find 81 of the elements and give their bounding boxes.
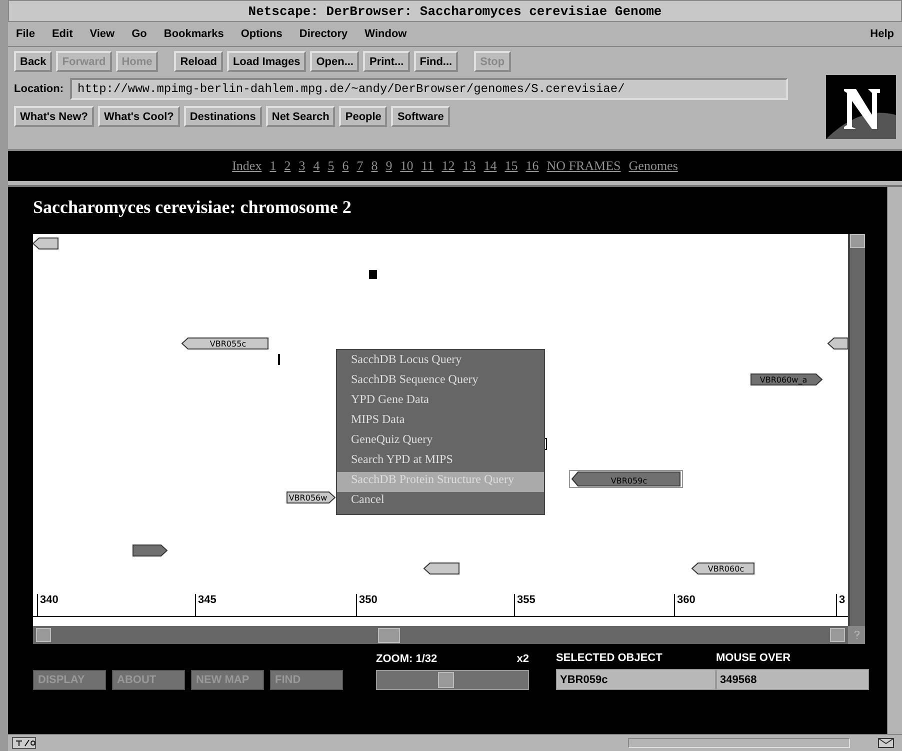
directory-button[interactable]: People — [339, 106, 388, 127]
location-label: Location: — [14, 83, 64, 95]
zoom-factor: x2 — [516, 653, 529, 665]
nav-link[interactable]: 8 — [371, 158, 378, 174]
gene-arrow[interactable] — [33, 238, 58, 249]
nav-link[interactable]: 5 — [328, 158, 334, 174]
nav-link[interactable]: 4 — [313, 158, 320, 174]
selected-object-label: SELECTED OBJECT — [556, 652, 664, 664]
toolbar-button[interactable]: Find... — [414, 51, 458, 72]
directory-button[interactable]: Software — [391, 106, 450, 127]
nav-link[interactable]: 16 — [526, 158, 539, 174]
nav-link[interactable]: 3 — [298, 158, 306, 174]
context-menu-item[interactable]: SacchDB Sequence Query — [337, 372, 544, 392]
toolbar-button[interactable]: Load Images — [226, 51, 306, 72]
security-key-icon[interactable] — [12, 737, 36, 749]
menu-item[interactable]: Go — [132, 28, 147, 40]
menu-item[interactable]: Directory — [299, 28, 348, 40]
context-menu-item[interactable]: Cancel — [337, 492, 544, 512]
ruler-label: 345 — [195, 594, 216, 616]
chromosome-map[interactable] — [33, 234, 848, 626]
feature-tick — [278, 354, 280, 365]
nav-link[interactable]: 13 — [462, 158, 476, 174]
toolbar-button[interactable]: Print... — [363, 51, 410, 72]
menu-item[interactable]: Help — [870, 28, 894, 40]
nav-link[interactable]: Index — [232, 158, 262, 174]
nav-link[interactable]: Genomes — [628, 158, 678, 174]
gene-arrow[interactable]: VBR056w — [287, 492, 335, 503]
toolbar-button[interactable]: Back — [14, 51, 52, 72]
gene-arrow[interactable] — [133, 545, 167, 556]
menu-item[interactable]: View — [90, 28, 115, 40]
location-field[interactable]: http://www.mpimg-berlin-dahlem.mpg.de/~andy/DerBrowser/genomes/S.cerevisiae/ — [70, 78, 788, 100]
context-menu-item[interactable]: Search YPD at MIPS — [337, 452, 544, 472]
zoom-label: ZOOM: 1/32 — [376, 653, 438, 665]
menu-item[interactable]: Options — [240, 28, 282, 40]
nav-link[interactable]: 10 — [400, 158, 414, 174]
selected-object-field[interactable]: YBR059c — [556, 669, 716, 690]
context-menu-item[interactable]: MIPS Data — [337, 412, 544, 432]
menu-item[interactable]: Bookmarks — [164, 28, 224, 40]
directory-button[interactable]: Net Search — [266, 106, 336, 127]
window-title: Netscape: DerBrowser: Saccharomyces cerevisiae Genome — [8, 0, 902, 22]
menu-item[interactable]: File — [16, 28, 35, 40]
nav-link[interactable]: 7 — [356, 158, 364, 174]
toolbar-button[interactable]: Open... — [310, 51, 360, 72]
gene-arrow[interactable]: VBR055c — [182, 338, 268, 349]
directory-button[interactable]: What's New? — [14, 106, 94, 127]
nav-link[interactable]: 14 — [484, 158, 497, 174]
nav-link[interactable]: 2 — [284, 158, 291, 174]
horizontal-scrollbar[interactable] — [33, 626, 848, 644]
ruler-label: 355 — [514, 594, 536, 616]
context-menu-item[interactable]: SacchDB Locus Query — [337, 352, 544, 372]
directory-button[interactable]: Destinations — [184, 106, 262, 127]
nav-link[interactable]: 12 — [442, 158, 455, 174]
zoom-slider[interactable] — [376, 670, 529, 690]
nav-link[interactable]: NO FRAMES — [546, 158, 621, 174]
gene-arrow[interactable]: VBR060w_a — [751, 374, 822, 385]
ruler-label: 350 — [356, 594, 378, 616]
vertical-scrollbar[interactable] — [848, 234, 865, 626]
toolbar-button[interactable]: Reload — [174, 51, 223, 72]
nav-link[interactable]: 11 — [421, 158, 434, 174]
gene-arrow[interactable] — [424, 563, 459, 574]
page-heading: Saccharomyces cerevisiae: chromosome 2 — [33, 197, 352, 218]
nav-link[interactable]: 15 — [504, 158, 518, 174]
mouse-over-label: MOUSE OVER — [716, 652, 792, 664]
mouse-over-field[interactable]: 349568 — [716, 669, 869, 690]
directory-button[interactable]: What's Cool? — [98, 106, 180, 127]
ruler-label: 340 — [37, 594, 58, 616]
page-scrollbar[interactable] — [887, 187, 902, 734]
nav-link[interactable]: 6 — [342, 158, 349, 174]
menu-item[interactable]: Window — [364, 28, 407, 40]
nav-link[interactable]: 9 — [386, 158, 392, 174]
gene-arrow[interactable]: VBR059c — [569, 470, 683, 488]
slider-thumb[interactable] — [438, 672, 454, 688]
context-menu-item[interactable]: YPD Gene Data — [337, 392, 544, 412]
netscape-logo — [826, 75, 896, 139]
gene-arrow[interactable]: VBR060c — [692, 563, 754, 574]
nav-link[interactable]: 1 — [270, 158, 276, 174]
ruler-label: 360 — [674, 594, 696, 616]
ruler-label: 3 — [836, 594, 846, 616]
menu-item[interactable]: Edit — [52, 28, 73, 40]
context-menu-item[interactable]: GeneQuiz Query — [337, 432, 544, 452]
gene-arrow[interactable] — [828, 338, 848, 349]
